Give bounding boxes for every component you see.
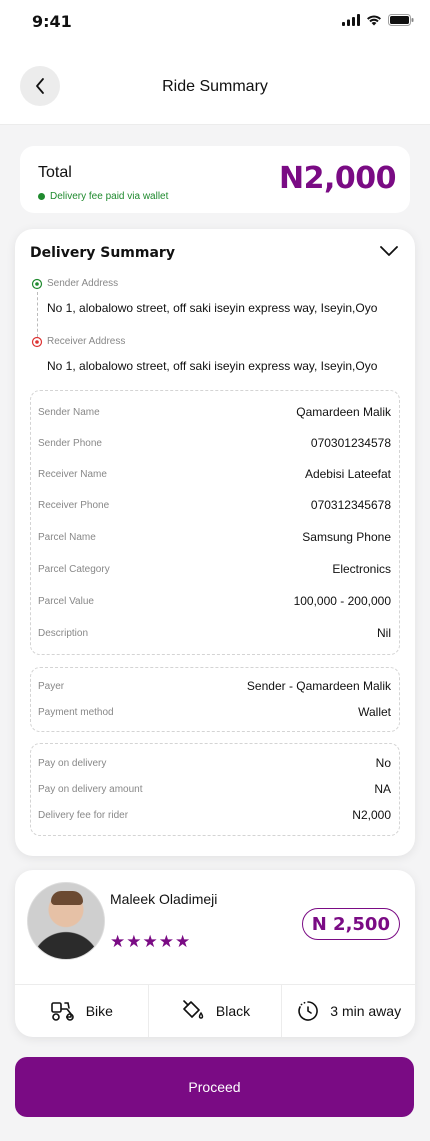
payment-row: Payer Sender - Qamardeen Malik (38, 678, 391, 694)
status-dot-icon (38, 193, 45, 200)
chevron-down-icon[interactable] (379, 244, 399, 258)
detail-row: Sender Name Qamardeen Malik (38, 404, 391, 420)
paint-bucket-icon (183, 1000, 204, 1019)
pay-label: Pay on delivery amount (38, 783, 143, 795)
payment-value: Wallet (358, 705, 391, 719)
vehicle-color: Black (149, 985, 283, 1037)
battery-icon (388, 14, 414, 26)
detail-value: 070312345678 (310, 498, 391, 512)
delivery-summary-title: Delivery Summary (30, 245, 175, 261)
status-icons (342, 14, 414, 26)
detail-label: Receiver Name (38, 468, 107, 480)
delivery-summary-card: Delivery Summary Sender Address No 1, al… (15, 229, 415, 856)
pay-on-delivery-box: Pay on delivery No Pay on delivery amount… (30, 743, 400, 836)
receiver-address: No 1, alobalowo street, off saki iseyin … (47, 359, 378, 373)
payment-status-note: Delivery fee paid via wallet (38, 191, 168, 202)
proceed-button[interactable]: Proceed (15, 1057, 414, 1117)
detail-value: Qamardeen Malik (296, 405, 391, 419)
detail-row: Receiver Phone 070312345678 (38, 497, 391, 513)
payment-label: Payer (38, 680, 65, 692)
vehicle-color-label: Black (215, 1003, 251, 1019)
sender-address-label: Sender Address (47, 278, 119, 289)
detail-label: Description (38, 627, 89, 639)
vehicle-label: Bike (85, 1003, 113, 1019)
payment-value: Sender - Qamardeen Malik (246, 679, 391, 693)
timer-icon (298, 1001, 319, 1021)
ride-price-badge: N 2,500 (301, 908, 400, 940)
detail-value: Nil (377, 626, 391, 640)
pay-row: Delivery fee for rider N2,000 (38, 807, 391, 823)
parcel-details-box: Sender Name Qamardeen Malik Sender Phone 0… (30, 390, 400, 655)
receiver-location-icon (31, 336, 43, 348)
pay-row: Pay on delivery No (38, 755, 391, 771)
signal-icon (342, 14, 360, 26)
vehicle-type: Bike (15, 985, 149, 1037)
detail-value: Samsung Phone (302, 530, 391, 544)
detail-row: Receiver Name Adebisi Lateefat (38, 466, 391, 482)
detail-label: Sender Name (38, 406, 100, 418)
payment-status-text: Delivery fee paid via wallet (50, 191, 169, 202)
total-card: Total Delivery fee paid via wallet N2,00… (20, 146, 410, 213)
payment-row: Payment method Wallet (38, 704, 391, 720)
detail-row: Parcel Name Samsung Phone (38, 529, 391, 545)
detail-label: Parcel Name (38, 531, 96, 543)
detail-label: Parcel Category (38, 563, 110, 575)
rider-features: Bike Black 3 min away (15, 984, 415, 1037)
pay-value: N2,000 (352, 808, 391, 822)
detail-value: Electronics (332, 562, 391, 576)
eta-label: 3 min away (330, 1003, 402, 1019)
rider-eta: 3 min away (282, 985, 415, 1037)
detail-label: Sender Phone (38, 437, 102, 449)
app-bar: Ride Summary (0, 46, 430, 125)
detail-value: Adebisi Lateefat (304, 467, 391, 481)
bike-icon (50, 1002, 74, 1021)
receiver-address-label: Receiver Address (47, 336, 126, 347)
detail-row: Description Nil (38, 625, 391, 641)
sender-location-icon (31, 278, 43, 290)
avatar (27, 882, 105, 960)
pay-value: No (375, 756, 391, 770)
avatar-hair (51, 891, 83, 905)
detail-value: 100,000 - 200,000 (293, 594, 391, 608)
detail-row: Parcel Category Electronics (38, 561, 391, 577)
detail-value: 070301234578 (310, 436, 391, 450)
rating-stars-icon: ★★★★★ (110, 932, 192, 952)
detail-row: Parcel Value 100,000 - 200,000 (38, 593, 391, 609)
detail-row: Sender Phone 070301234578 (38, 435, 391, 451)
route-line (37, 292, 38, 337)
pay-value: NA (374, 782, 391, 796)
sender-address: No 1, alobalowo street, off saki iseyin … (47, 301, 378, 315)
detail-label: Receiver Phone (38, 499, 110, 511)
payment-label: Payment method (38, 706, 114, 718)
status-bar: 9:41 (0, 0, 430, 46)
pay-label: Delivery fee for rider (38, 809, 129, 821)
page-title: Ride Summary (162, 78, 268, 95)
pay-row: Pay on delivery amount NA (38, 781, 391, 797)
payment-box: Payer Sender - Qamardeen Malik Payment me… (30, 667, 400, 732)
pay-label: Pay on delivery (38, 757, 107, 769)
detail-label: Parcel Value (38, 595, 94, 607)
rider-name: Maleek Oladimeji (110, 891, 218, 907)
total-amount: N2,000 (279, 161, 397, 196)
total-label: Total (38, 164, 72, 181)
status-time: 9:41 (32, 12, 72, 31)
rider-card: Maleek Oladimeji ★★★★★ N 2,500 Bike Blac… (15, 870, 415, 1037)
wifi-icon (367, 15, 381, 26)
